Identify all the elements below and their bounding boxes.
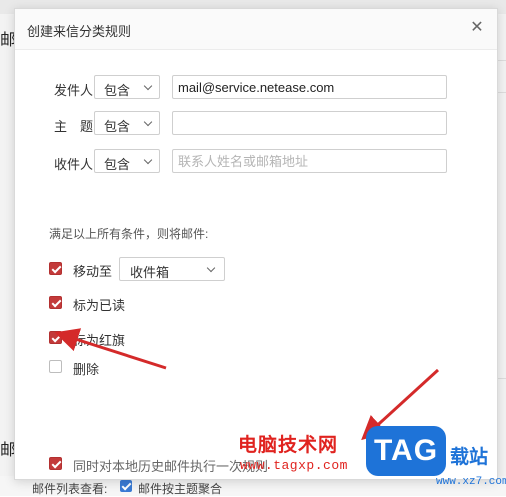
chevron-down-icon	[143, 117, 153, 127]
chevron-down-icon	[206, 263, 216, 273]
sender-input[interactable]	[172, 75, 447, 99]
move-to-checkbox[interactable]	[49, 262, 62, 275]
watermark-url: www.tagxp.com	[240, 458, 348, 473]
sender-operator-select[interactable]: 包含	[94, 75, 160, 99]
condition-row-recipient: 收件人 包含	[15, 149, 497, 175]
close-icon[interactable]: ✕	[469, 20, 485, 36]
condition-row-subject: 主 题 包含	[15, 111, 497, 137]
watermark-logo: TAG	[366, 426, 446, 476]
apply-history-checkbox[interactable]	[49, 457, 62, 470]
apply-history-label: 同时对本地历史邮件执行一次规则	[73, 459, 269, 474]
condition-row-sender: 发件人 包含	[15, 75, 497, 101]
recipient-operator-select[interactable]: 包含	[94, 149, 160, 173]
dialog-header: 创建来信分类规则 ✕	[15, 9, 497, 50]
delete-label: 删除	[73, 362, 100, 377]
recipient-label: 收件人	[53, 157, 93, 172]
conditions-hint: 满足以上所有条件，则将邮件:	[49, 227, 209, 241]
delete-checkbox[interactable]	[49, 360, 62, 373]
recipient-operator-value: 包含	[104, 157, 131, 172]
subject-label: 主 题	[53, 119, 93, 134]
move-to-folder-value: 收件箱	[130, 265, 170, 280]
mark-read-checkbox[interactable]	[49, 296, 62, 309]
watermark-text: 电脑技术网	[238, 435, 339, 456]
chevron-down-icon	[143, 81, 153, 91]
group-by-thread-label: 邮件按主题聚合	[138, 482, 223, 496]
subject-operator-value: 包含	[104, 119, 131, 134]
create-rule-dialog: 创建来信分类规则 ✕ 发件人 包含 主 题 包含 收件人 包含 满足以上所有条件…	[14, 8, 498, 480]
watermark-logo-text: TAG	[373, 434, 439, 467]
mark-flag-label: 标为红旗	[73, 333, 126, 348]
chevron-down-icon	[143, 155, 153, 165]
move-to-label: 移动至	[73, 264, 113, 279]
sender-label: 发件人	[53, 83, 93, 98]
watermark-site-text: 载站	[450, 447, 489, 468]
subject-operator-select[interactable]: 包含	[94, 111, 160, 135]
action-mark-flag: 标为红旗	[49, 326, 449, 350]
action-mark-read: 标为已读	[49, 291, 449, 315]
subject-input[interactable]	[172, 111, 447, 135]
move-to-folder-select[interactable]: 收件箱	[119, 257, 225, 281]
watermark-site-url: www.xz7.com	[436, 476, 506, 488]
group-by-thread-checkbox[interactable]	[120, 480, 132, 492]
mail-list-view-label: 邮件列表查看:	[32, 482, 108, 496]
action-move-to: 移动至 收件箱	[49, 257, 449, 281]
mark-flag-checkbox[interactable]	[49, 331, 62, 344]
action-delete: 删除	[49, 355, 449, 379]
recipient-input[interactable]	[172, 149, 447, 173]
mark-read-label: 标为已读	[73, 298, 126, 313]
sender-operator-value: 包含	[104, 83, 131, 98]
dialog-title: 创建来信分类规则	[27, 24, 132, 39]
